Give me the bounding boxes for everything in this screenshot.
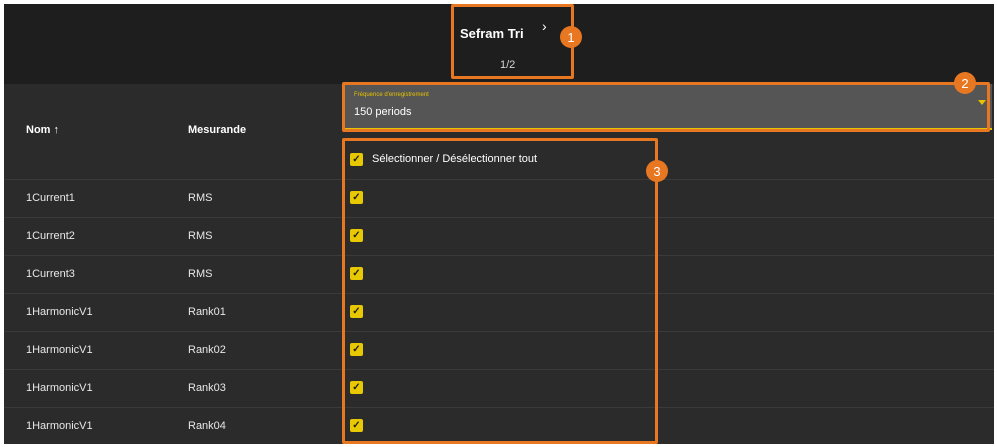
row-name: 1Current2 xyxy=(26,230,75,242)
row-name: 1Current3 xyxy=(26,268,75,280)
row-name: 1HarmonicV1 xyxy=(26,306,93,318)
callout-box-1 xyxy=(451,4,574,79)
row-name: 1HarmonicV1 xyxy=(26,344,93,356)
row-measurand: RMS xyxy=(188,192,213,204)
row-measurand: Rank02 xyxy=(188,344,226,356)
row-measurand: RMS xyxy=(188,230,213,242)
callout-box-2 xyxy=(342,82,990,132)
row-measurand: Rank03 xyxy=(188,382,226,394)
column-header-measurand: Mesurande xyxy=(188,124,247,136)
row-measurand: RMS xyxy=(188,268,213,280)
row-name: 1HarmonicV1 xyxy=(26,382,93,394)
row-measurand: Rank01 xyxy=(188,306,226,318)
app-screen: Sefram Tri › 1/2 Nom ↑ Mesurande Fréquen… xyxy=(4,4,994,444)
callout-badge-1: 1 xyxy=(560,26,582,48)
row-name: 1Current1 xyxy=(26,192,75,204)
callout-box-3 xyxy=(342,138,658,444)
column-header-name[interactable]: Nom ↑ xyxy=(26,124,59,136)
row-name: 1HarmonicV1 xyxy=(26,420,93,432)
callout-badge-3: 3 xyxy=(646,160,668,182)
row-measurand: Rank04 xyxy=(188,420,226,432)
callout-badge-2: 2 xyxy=(954,72,976,94)
